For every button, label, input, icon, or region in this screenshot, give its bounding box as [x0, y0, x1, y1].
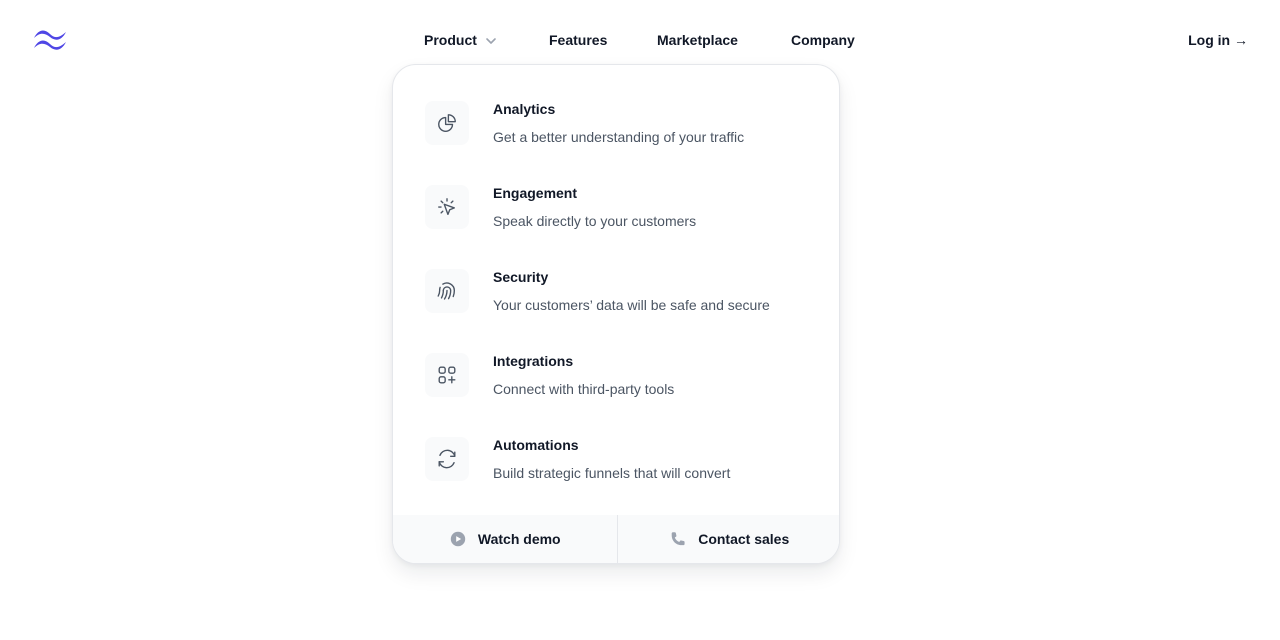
flyout-item-description: Connect with third-party tools — [493, 381, 675, 397]
flyout-item-description: Build strategic funnels that will conver… — [493, 465, 731, 481]
nav-item-marketplace[interactable]: Marketplace — [657, 30, 738, 50]
flyout-item-title: Engagement — [493, 185, 578, 201]
play-circle-icon — [450, 531, 466, 547]
cursor-click-icon — [425, 185, 469, 229]
watch-demo-label: Watch demo — [477, 531, 561, 547]
flyout-item-title: Security — [493, 269, 549, 285]
flyout-item-security[interactable]: Security Your customers’ data will be sa… — [393, 253, 839, 337]
nav-item-company[interactable]: Company — [791, 30, 855, 50]
flyout-item-integrations[interactable]: Integrations Connect with third-party to… — [393, 337, 839, 421]
flyout-item-title: Integrations — [493, 353, 574, 369]
phone-icon — [671, 532, 685, 546]
main-nav: Product Features Marketplace Company — [0, 30, 1280, 50]
fingerprint-icon — [425, 269, 469, 313]
flyout-item-description: Your customers’ data will be safe and se… — [493, 297, 770, 313]
flyout-items: Analytics Get a better understanding of … — [393, 85, 839, 505]
watch-demo-button[interactable]: Watch demo — [393, 515, 617, 563]
nav-item-label: Product — [424, 32, 477, 48]
login-link[interactable]: Log in → — [1188, 30, 1248, 50]
arrow-path-icon — [425, 437, 469, 481]
squares-plus-icon — [425, 353, 469, 397]
nav-item-features[interactable]: Features — [549, 30, 607, 50]
flyout-item-analytics[interactable]: Analytics Get a better understanding of … — [393, 85, 839, 169]
flyout-item-automations[interactable]: Automations Build strategic funnels that… — [393, 421, 839, 505]
chevron-down-icon — [484, 33, 498, 47]
flyout-item-engagement[interactable]: Engagement Speak directly to your custom… — [393, 169, 839, 253]
contact-sales-button[interactable]: Contact sales — [616, 515, 840, 563]
flyout-item-title: Automations — [493, 437, 579, 453]
flyout-item-description: Speak directly to your customers — [493, 213, 697, 229]
chart-pie-icon — [425, 101, 469, 145]
nav-item-product[interactable]: Product — [424, 30, 498, 50]
flyout-footer: Watch demo Contact sales — [393, 515, 840, 563]
product-flyout-menu: Analytics Get a better understanding of … — [392, 64, 840, 564]
flyout-item-title: Analytics — [493, 101, 556, 117]
flyout-item-description: Get a better understanding of your traff… — [493, 129, 745, 145]
contact-sales-label: Contact sales — [698, 531, 790, 547]
